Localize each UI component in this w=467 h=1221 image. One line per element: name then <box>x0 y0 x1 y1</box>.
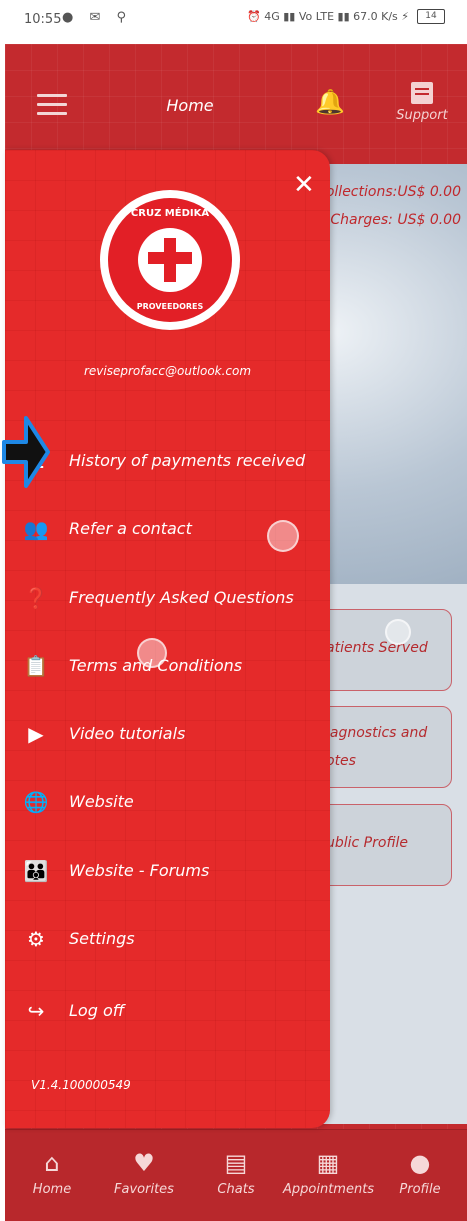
bell-icon[interactable]: 🔔 <box>315 88 345 116</box>
globe-icon: 🌐 <box>23 790 49 814</box>
nav-profile[interactable]: ● Profile <box>375 1148 465 1197</box>
menu-label: Frequently Asked Questions <box>69 588 294 607</box>
app-version: V1.4.100000549 <box>31 1078 131 1092</box>
chat-icon: ▤ <box>224 1149 248 1177</box>
logo-top-text: CRUZ MÉDIKA <box>130 208 210 219</box>
card-label: ublic Profile <box>326 835 408 851</box>
bottom-navigation: ⌂ Home ♥ Favorites ▤ Chats ▦ Appointment… <box>5 1129 467 1221</box>
nav-home[interactable]: ⌂ Home <box>7 1148 97 1197</box>
charges-line: r Charges: US$ 0.00 <box>320 212 461 228</box>
menu-item-video-tutorials[interactable]: ▶ Video tutorials <box>5 714 330 754</box>
battery-icon: 14 <box>417 9 445 24</box>
nav-label: Profile <box>399 1182 441 1197</box>
support-label: Support <box>396 108 448 123</box>
nav-favorites[interactable]: ♥ Favorites <box>99 1148 189 1197</box>
status-bar: 10:55 ● ✉ ⚲ ⏰ 4G ▮▮ Vo LTE ▮▮ 67.0 K/s ⚡… <box>0 0 467 44</box>
navigation-drawer: ✕ CRUZ MÉDIKA PROVEEDORES reviseprofacc@… <box>5 150 330 1128</box>
logo-bottom-text: PROVEEDORES <box>136 302 204 311</box>
menu-item-website-forums[interactable]: 👪 Website - Forums <box>5 851 330 891</box>
menu-label: Refer a contact <box>69 519 192 538</box>
touch-indicator <box>137 638 167 668</box>
people-icon: 👥 <box>23 517 49 541</box>
signal-indicators: ⏰ 4G ▮▮ Vo LTE ▮▮ 67.0 K/s ⚡ <box>247 10 409 23</box>
question-circle-icon: ❓ <box>23 586 49 610</box>
nav-appointments[interactable]: ▦ Appointments <box>283 1148 375 1197</box>
menu-item-log-off[interactable]: ↪ Log off <box>5 991 330 1031</box>
menu-label: Website <box>69 792 134 811</box>
hamburger-menu-icon[interactable] <box>37 94 67 121</box>
support-button[interactable]: Support <box>387 82 457 123</box>
menu-item-terms[interactable]: 📋 Terms and Conditions <box>5 646 330 686</box>
menu-item-website[interactable]: 🌐 Website <box>5 782 330 822</box>
menu-label: History of payments received <box>69 451 306 470</box>
nav-label: Appointments <box>283 1182 375 1197</box>
nav-label: Favorites <box>114 1182 174 1197</box>
home-icon: ⌂ <box>44 1149 60 1177</box>
close-icon[interactable]: ✕ <box>293 172 315 198</box>
calendar-icon: ▦ <box>316 1149 340 1177</box>
user-email: reviseprofacc@outlook.com <box>83 364 252 378</box>
menu-label: Website - Forums <box>69 861 210 880</box>
menu-item-faq[interactable]: ❓ Frequently Asked Questions <box>5 578 330 618</box>
status-indicators: ⏰ 4G ▮▮ Vo LTE ▮▮ 67.0 K/s ⚡ 14 <box>247 9 445 24</box>
card-label: iagnostics and <box>326 725 428 741</box>
menu-label: Video tutorials <box>69 724 186 743</box>
logout-icon: ↪ <box>27 999 45 1023</box>
user-icon: ● <box>409 1149 431 1177</box>
chat-icon <box>411 82 433 104</box>
top-bar: Home 🔔 Support <box>5 44 467 164</box>
nav-label: Chats <box>217 1182 255 1197</box>
page-title: Home <box>166 96 214 115</box>
touch-indicator <box>267 520 299 552</box>
logo-center <box>138 228 202 292</box>
card-label-continued: otes <box>326 753 356 769</box>
nav-label: Home <box>32 1182 72 1197</box>
logo-ring: CRUZ MÉDIKA PROVEEDORES <box>108 198 232 322</box>
menu-label: Settings <box>69 929 135 948</box>
gear-icon: ⚙ <box>27 927 45 951</box>
menu-item-settings[interactable]: ⚙ Settings <box>5 919 330 959</box>
nav-chats[interactable]: ▤ Chats <box>191 1148 281 1197</box>
collections-summary: -collections:US$ 0.00 r Charges: US$ 0.0… <box>313 178 461 234</box>
status-time: 10:55 <box>24 12 62 27</box>
youtube-icon: ▶ <box>28 722 44 746</box>
logo-cross-horizontal <box>148 252 192 264</box>
group-icon: 👪 <box>23 859 49 883</box>
menu-item-history-payments[interactable]: ☰ History of payments received <box>5 441 330 481</box>
brand-logo: CRUZ MÉDIKA PROVEEDORES <box>100 190 240 330</box>
collections-line: -collections:US$ 0.00 <box>313 184 461 200</box>
card-label: atients Served <box>326 640 428 656</box>
pointer-arrow-icon <box>2 416 50 488</box>
menu-label: Log off <box>69 1001 125 1020</box>
notification-icons: ● ✉ ⚲ <box>62 10 133 25</box>
clipboard-icon: 📋 <box>23 654 49 678</box>
heart-icon: ♥ <box>133 1149 155 1177</box>
touch-indicator <box>385 619 411 645</box>
